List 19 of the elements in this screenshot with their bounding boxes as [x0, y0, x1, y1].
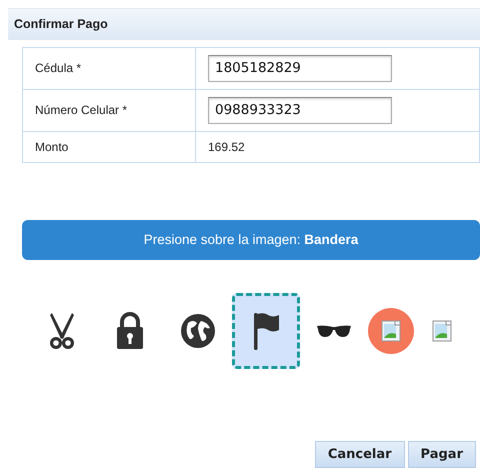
globe-icon [180, 312, 216, 349]
dialog-title: Confirmar Pago [8, 8, 480, 40]
field-label: Monto [35, 140, 68, 154]
image-option[interactable] [368, 308, 414, 354]
instruction-text: Presione sobre la imagen: Bandera [144, 230, 358, 249]
field-value: 169.52 [208, 140, 245, 154]
flag-icon [252, 310, 280, 351]
field-label: Número Celular * [35, 103, 128, 118]
scissors-icon [48, 310, 76, 351]
captcha-option[interactable] [232, 292, 300, 369]
dialog-button[interactable]: Cancelar [314, 440, 405, 468]
field-label: Cédula * [35, 61, 82, 76]
input-field[interactable]: 0988933323 [208, 96, 392, 124]
dialog-button[interactable]: Pagar [408, 440, 476, 468]
sunglasses-icon [316, 324, 352, 338]
input-field[interactable]: 1805182829 [208, 54, 392, 82]
lock-icon [115, 312, 145, 350]
broken-image-icon [432, 320, 452, 342]
broken-image-icon [381, 320, 401, 342]
